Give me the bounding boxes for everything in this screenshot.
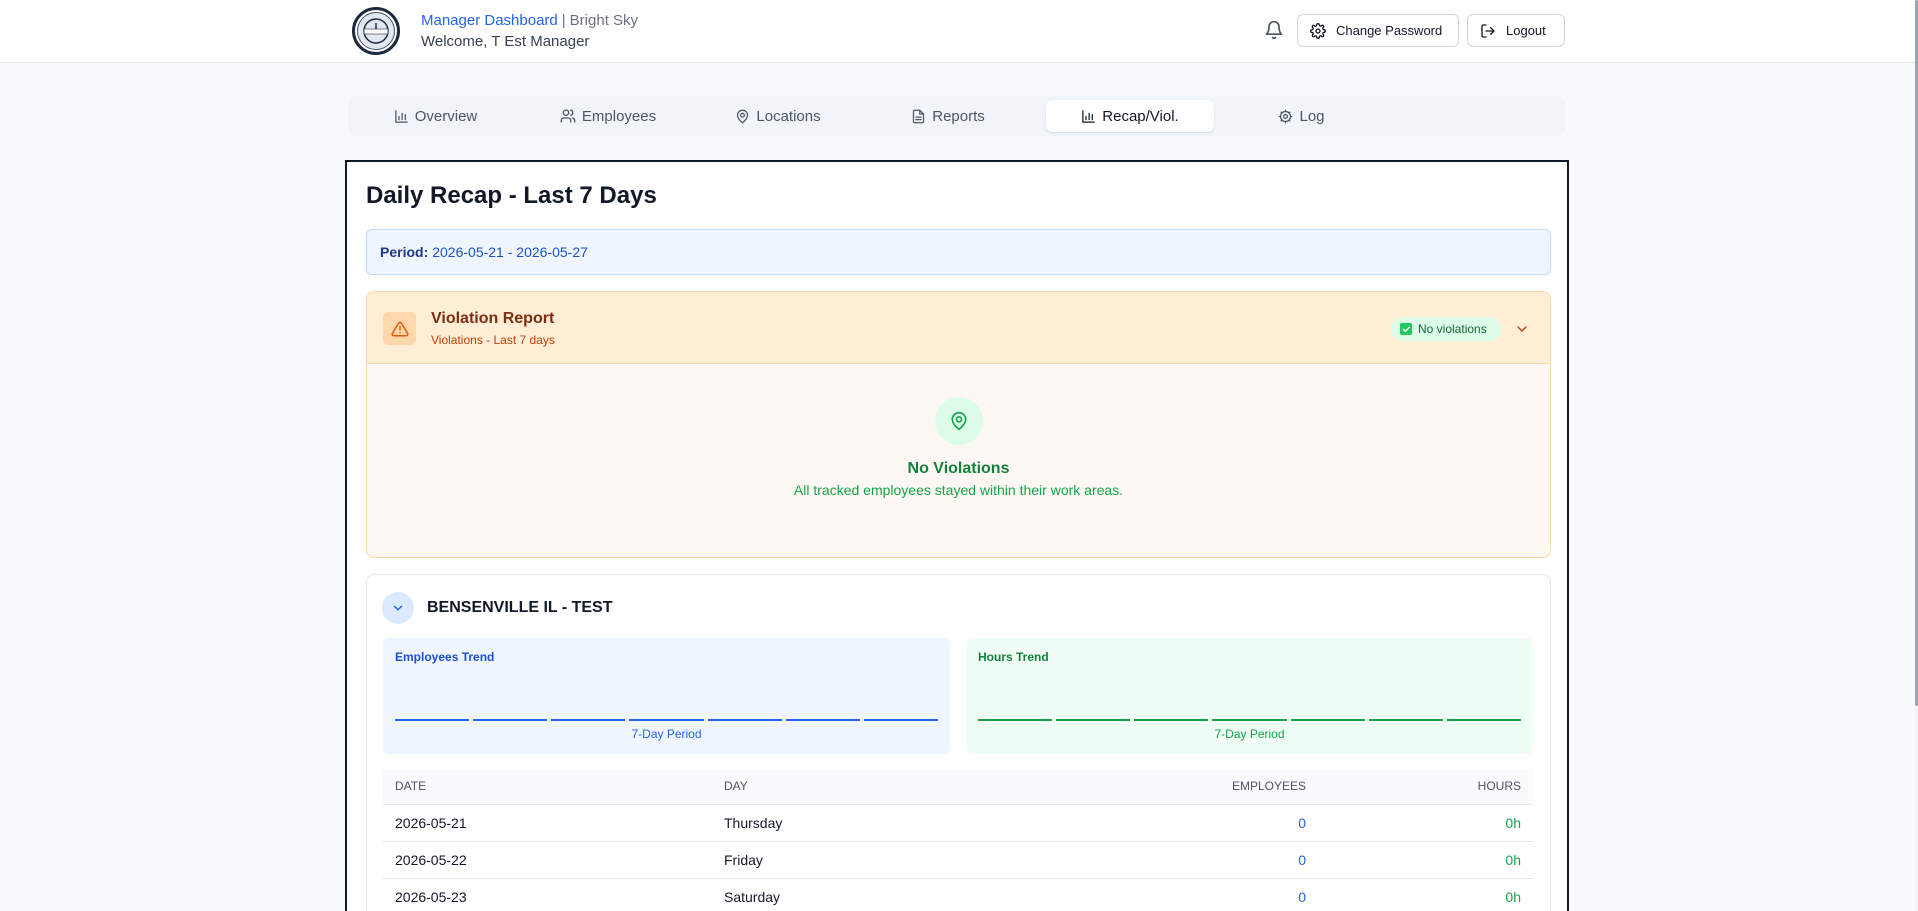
tab-recap-violations[interactable]: Recap/Viol. [1046,100,1214,132]
trend-bar [863,719,938,721]
dashboard-title-link[interactable]: Manager Dashboard [421,12,558,29]
column-header-date: DATE [383,769,712,805]
row-day: Saturday [712,878,1012,911]
trend-bar [1056,719,1131,721]
chevron-down-icon[interactable] [1514,321,1530,342]
column-header-employees: EMPLOYEES [1012,769,1318,805]
row-date: 2026-05-21 [383,804,712,842]
tab-employees[interactable]: Employees [523,100,693,132]
status-badge-label: No violations [1418,322,1487,336]
hours-trend-footer: 7-Day Period [1214,727,1285,741]
hours-trend-bars [978,719,1521,722]
location-name: BENSENVILLE IL - TEST [427,599,613,616]
change-password-button[interactable]: Change Password [1297,14,1459,47]
table-header-row: DATE DAY EMPLOYEES HOURS [383,769,1533,805]
file-text-icon [913,109,925,123]
location-recap-card: BENSENVILLE IL - TEST Employees Trend 7-… [366,574,1551,911]
trend-bar [785,719,860,721]
trend-bar [551,719,626,721]
gear-icon [1279,109,1293,123]
trend-bar [1290,719,1365,721]
bar-chart-icon [394,109,408,123]
top-bar: Manager Dashboard | Bright Sky Welcome, T … [0,0,1915,63]
users-icon [560,109,576,123]
trend-bar [1212,719,1287,721]
hours-trend-label: Hours Trend [978,650,1049,664]
logout-button[interactable]: Logout [1467,14,1565,47]
row-hours: 0h [1318,841,1533,879]
trend-bar [473,719,548,721]
trend-bar [1446,719,1521,721]
warning-icon [383,312,416,345]
period-value: 2026-05-21 - 2026-05-27 [432,244,588,260]
dashboard-title: Manager Dashboard | Bright Sky [421,12,639,29]
period-label: Period: [380,244,429,260]
column-header-day: DAY [712,769,1012,805]
employees-trend-bars [395,719,938,722]
period-banner: Period: 2026-05-21 - 2026-05-27 [366,229,1551,275]
gear-icon [1310,22,1326,39]
trend-bar [395,719,470,721]
recap-panel: Daily Recap - Last 7 Days Period: 2026-0… [345,160,1569,911]
trend-bar [629,719,704,721]
chevron-down-icon[interactable] [382,592,414,624]
page-title: Daily Recap - Last 7 Days [366,182,657,209]
violation-report-title: Violation Report [431,310,555,327]
tab-overview-label: Overview [414,107,478,125]
row-day: Friday [712,841,1012,879]
no-violations-title: No Violations [907,460,1010,477]
check-icon [1400,323,1412,335]
row-date: 2026-05-23 [383,878,712,911]
tab-locations-label: Locations [756,107,821,125]
employees-trend-panel: Employees Trend 7-Day Period [383,638,950,754]
company-name: Bright Sky [569,12,639,29]
status-badge: No violations [1391,317,1501,341]
tab-reports-label: Reports [932,107,985,125]
column-header-hours: HOURS [1318,769,1533,805]
hours-trend-panel: Hours Trend 7-Day Period [966,638,1533,754]
table-row: 2026-05-22 Friday 0 0h [383,841,1533,879]
tab-employees-label: Employees [581,107,657,125]
no-violations-text: All tracked employees stayed within thei… [793,482,1124,498]
tab-overview[interactable]: Overview [348,100,523,132]
employees-trend-footer: 7-Day Period [631,727,702,741]
row-employees: 0 [1012,878,1318,911]
daily-recap-table: DATE DAY EMPLOYEES HOURS 2026-05-21 Thur… [383,769,1533,911]
bar-chart-icon [1082,109,1096,123]
tab-log[interactable]: Log [1214,100,1389,132]
table-row: 2026-05-23 Saturday 0 0h [383,878,1533,911]
row-hours: 0h [1318,804,1533,842]
map-pin-icon [935,397,983,445]
tab-bar: Overview Employees Locations Reports Rec… [348,96,1565,136]
bell-icon[interactable] [1264,20,1284,40]
logout-icon [1481,23,1495,38]
row-hours: 0h [1318,878,1533,911]
row-date: 2026-05-22 [383,841,712,879]
trend-bar [978,719,1053,721]
row-day: Thursday [712,804,1012,842]
trend-bar [707,719,782,721]
violation-report-header[interactable]: Violation Report Violations - Last 7 day… [367,292,1550,364]
table-row: 2026-05-21 Thursday 0 0h [383,804,1533,842]
tab-locations[interactable]: Locations [693,100,863,132]
row-employees: 0 [1012,841,1318,879]
clock-icon [363,18,389,44]
map-pin-icon [737,109,749,124]
welcome-text: Welcome, T Est Manager [421,33,590,50]
logout-label: Logout [1506,23,1546,38]
violation-report-subtitle: Violations - Last 7 days [431,333,555,347]
tab-reports[interactable]: Reports [863,100,1033,132]
trend-bar [1134,719,1209,721]
violation-report-card: Violation Report Violations - Last 7 day… [366,291,1551,558]
clock-me-logo [352,7,400,55]
trend-bar [1368,719,1443,721]
tab-log-label: Log [1299,107,1325,125]
row-employees: 0 [1012,804,1318,842]
tab-recap-violations-label: Recap/Viol. [1102,107,1179,125]
change-password-label: Change Password [1336,23,1443,38]
employees-trend-label: Employees Trend [395,650,495,664]
